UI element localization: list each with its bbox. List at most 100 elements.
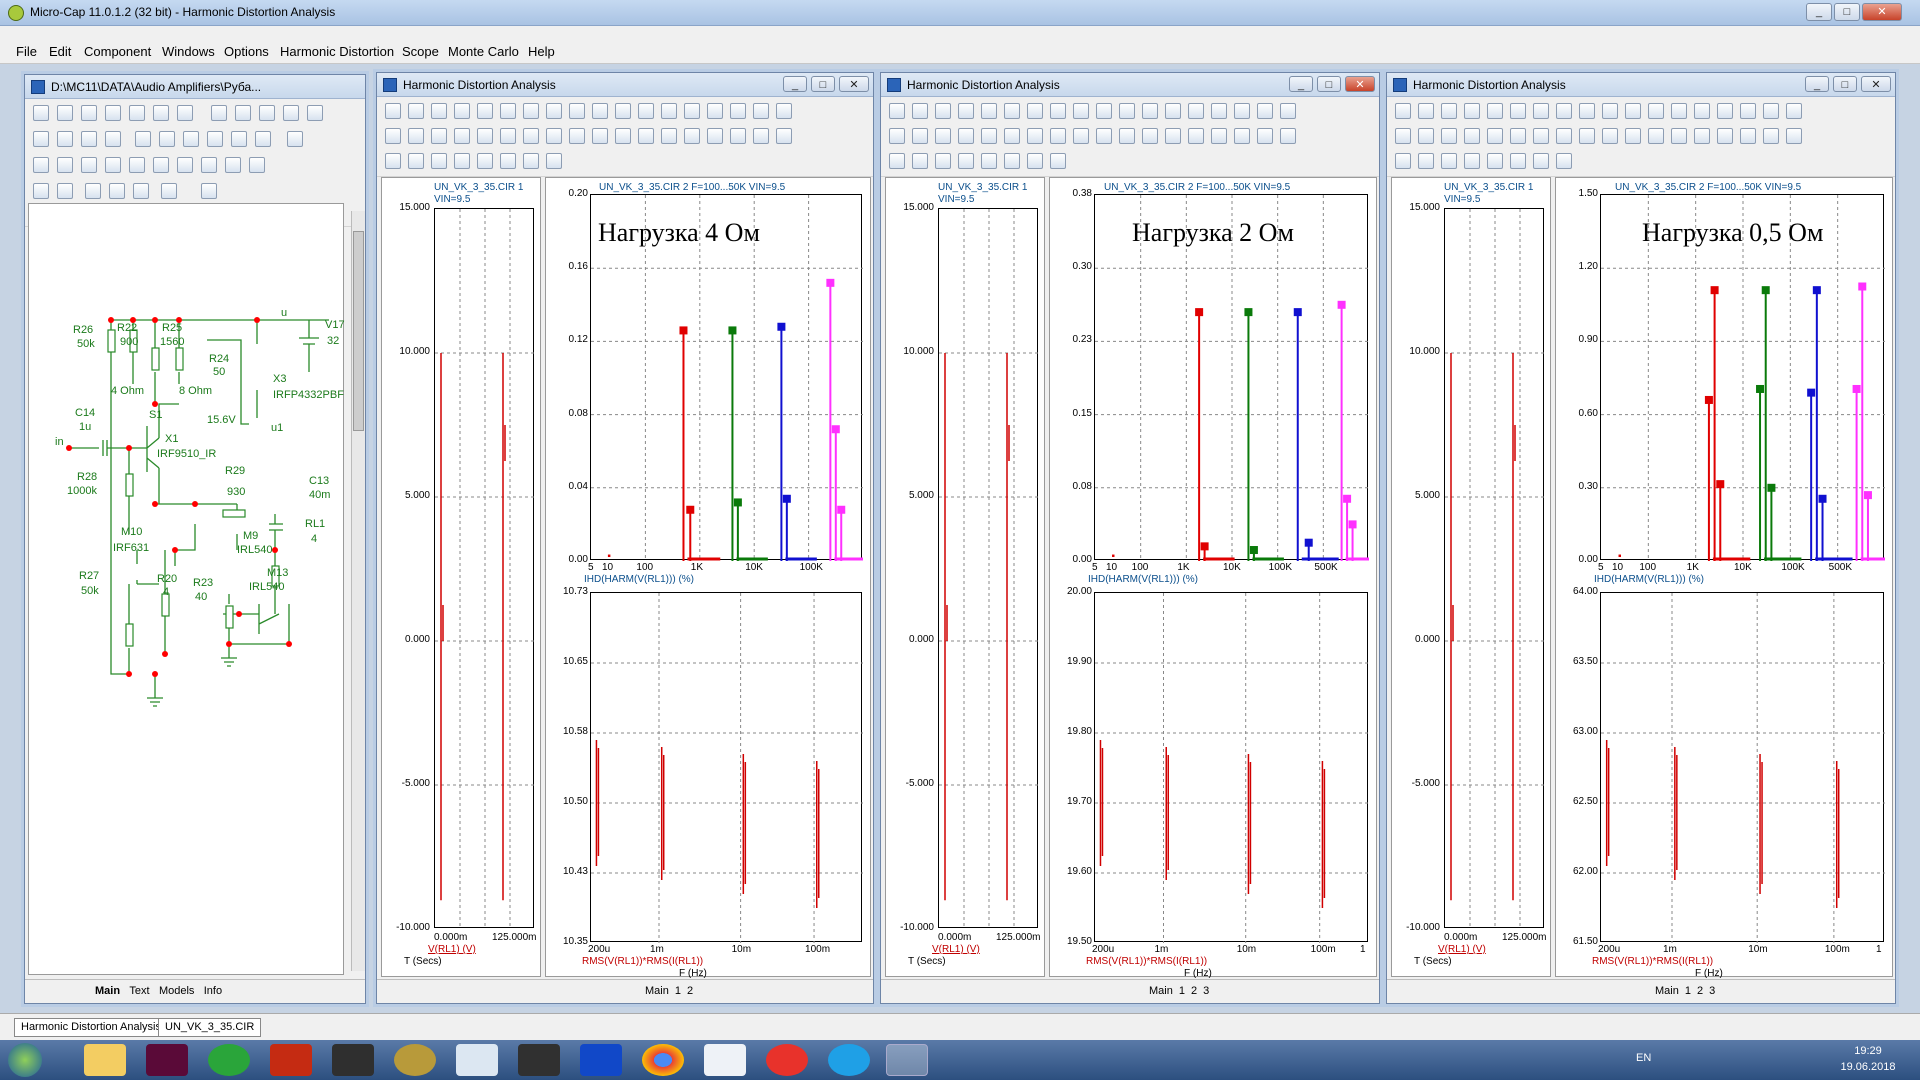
title-tool-icon[interactable] [707, 128, 723, 144]
chrome-icon[interactable] [642, 1044, 684, 1076]
menu-windows[interactable]: Windows [162, 44, 215, 59]
slope-tool-icon[interactable] [1464, 153, 1480, 169]
hda-tab[interactable]: Main [645, 985, 669, 997]
ihd-plot[interactable]: ▪ [1094, 194, 1383, 562]
bom-tool-icon[interactable] [283, 105, 299, 121]
valley-tool-icon[interactable] [431, 153, 447, 169]
tab-info[interactable]: Info [204, 985, 222, 997]
valley-tool-icon[interactable] [1165, 103, 1181, 119]
bottom-tool-icon[interactable] [1441, 128, 1457, 144]
maximize-tool-icon[interactable] [958, 103, 974, 119]
zoom-in-tool-icon[interactable] [1510, 128, 1526, 144]
maximize-tool-icon[interactable] [1464, 103, 1480, 119]
flip-tool-icon[interactable] [57, 157, 73, 173]
slope-tool-icon[interactable] [1188, 103, 1204, 119]
scale-tool-icon[interactable] [1119, 128, 1135, 144]
low-tool-icon[interactable] [1510, 153, 1526, 169]
mirror-tool-icon[interactable] [81, 157, 97, 173]
slope-tool-icon[interactable] [684, 103, 700, 119]
pause-tool-icon[interactable] [615, 103, 631, 119]
run-tool-icon[interactable] [1579, 103, 1595, 119]
maximize-tool-icon[interactable] [454, 103, 470, 119]
hda-close-button[interactable]: ✕ [1861, 76, 1891, 92]
select-tool-icon[interactable] [569, 128, 585, 144]
explorer-icon[interactable] [84, 1044, 126, 1076]
status-tab-hda[interactable]: Harmonic Distortion Analysis [14, 1018, 168, 1037]
scale-tool-icon[interactable] [431, 103, 447, 119]
hda-maximize-button[interactable]: □ [811, 76, 835, 92]
grid-options-icon[interactable] [161, 183, 177, 199]
zoom-in-icon[interactable] [85, 183, 101, 199]
info-tool-icon[interactable] [211, 105, 227, 121]
pause-tool-icon[interactable] [1119, 103, 1135, 119]
menu-help[interactable]: Help [528, 44, 555, 59]
wire-tool-icon[interactable] [57, 105, 73, 121]
hda-minimize-button[interactable]: _ [783, 76, 807, 92]
resistor-tool-icon[interactable] [135, 131, 151, 147]
select-tool-icon[interactable] [385, 103, 401, 119]
title-tool-icon[interactable] [1533, 103, 1549, 119]
cancel-tool-icon[interactable] [249, 157, 265, 173]
menu-monte-carlo[interactable]: Monte Carlo [448, 44, 519, 59]
width-tool-icon[interactable] [1464, 128, 1480, 144]
line-tool-icon[interactable] [105, 105, 121, 121]
step-tool-icon[interactable] [129, 157, 145, 173]
language-indicator[interactable]: EN [1636, 1052, 1651, 1064]
copy-tool-icon[interactable] [177, 105, 193, 121]
stop-tool-icon[interactable] [1786, 128, 1802, 144]
run-tool-icon[interactable] [1073, 103, 1089, 119]
node-tool-icon[interactable] [33, 131, 49, 147]
inflection-tool-icon[interactable] [523, 153, 539, 169]
global-high-tool-icon[interactable] [1050, 153, 1066, 169]
waveform-plot[interactable] [434, 208, 535, 929]
grid-tool-icon[interactable] [259, 105, 275, 121]
text-tool-icon[interactable] [1694, 128, 1710, 144]
stop-tool-icon[interactable] [1602, 103, 1618, 119]
text-tool-icon[interactable] [1004, 103, 1020, 119]
title-tool-icon[interactable] [1027, 103, 1043, 119]
pause-tool-icon[interactable] [1625, 103, 1641, 119]
properties-tool-icon[interactable] [1556, 103, 1572, 119]
high-tool-icon[interactable] [981, 153, 997, 169]
inflection-tool-icon[interactable] [1027, 153, 1043, 169]
tile-tool-icon[interactable] [661, 128, 677, 144]
probe-tool-icon[interactable] [153, 157, 169, 173]
menu-edit[interactable]: Edit [49, 44, 71, 59]
tile-tool-icon[interactable] [477, 103, 493, 119]
stop-tool-icon[interactable] [592, 103, 608, 119]
low-tool-icon[interactable] [1234, 103, 1250, 119]
pause-tool-icon[interactable] [889, 153, 905, 169]
low-tool-icon[interactable] [500, 153, 516, 169]
inductor-tool-icon[interactable] [183, 131, 199, 147]
global-high-tool-icon[interactable] [776, 103, 792, 119]
text-tool-icon[interactable] [1188, 128, 1204, 144]
indesign-icon[interactable] [146, 1044, 188, 1076]
valley-tool-icon[interactable] [935, 153, 951, 169]
hda-tab[interactable]: 2 [1191, 985, 1197, 997]
text-tool-icon[interactable] [500, 103, 516, 119]
tab-models[interactable]: Models [159, 985, 194, 997]
valley-tool-icon[interactable] [661, 103, 677, 119]
run-tool-icon[interactable] [1763, 128, 1779, 144]
yandex-doc-icon[interactable] [704, 1044, 746, 1076]
zoom-box-tool-icon[interactable] [592, 128, 608, 144]
hda-tab[interactable]: 1 [1179, 985, 1185, 997]
title-tool-icon[interactable] [1211, 128, 1227, 144]
properties-tool-icon[interactable] [1740, 128, 1756, 144]
text-tool-icon[interactable] [1510, 103, 1526, 119]
hda-minimize-button[interactable]: _ [1289, 76, 1313, 92]
pause-tool-icon[interactable] [1395, 153, 1411, 169]
inflection-tool-icon[interactable] [1257, 103, 1273, 119]
slope-tool-icon[interactable] [1694, 103, 1710, 119]
run-tool-icon[interactable] [753, 128, 769, 144]
clock-time[interactable]: 19:29 [1840, 1045, 1896, 1057]
yandex-browser-icon[interactable] [766, 1044, 808, 1076]
valley-tool-icon[interactable] [1441, 153, 1457, 169]
font-tool-icon[interactable] [201, 183, 217, 199]
global-low-tool-icon[interactable] [1395, 128, 1411, 144]
tile-tool-icon[interactable] [1165, 128, 1181, 144]
bus-tool-icon[interactable] [57, 131, 73, 147]
select-tool-icon[interactable] [1579, 128, 1595, 144]
valley-tool-icon[interactable] [1671, 103, 1687, 119]
ihd-plot[interactable]: ▪ [1600, 194, 1898, 562]
